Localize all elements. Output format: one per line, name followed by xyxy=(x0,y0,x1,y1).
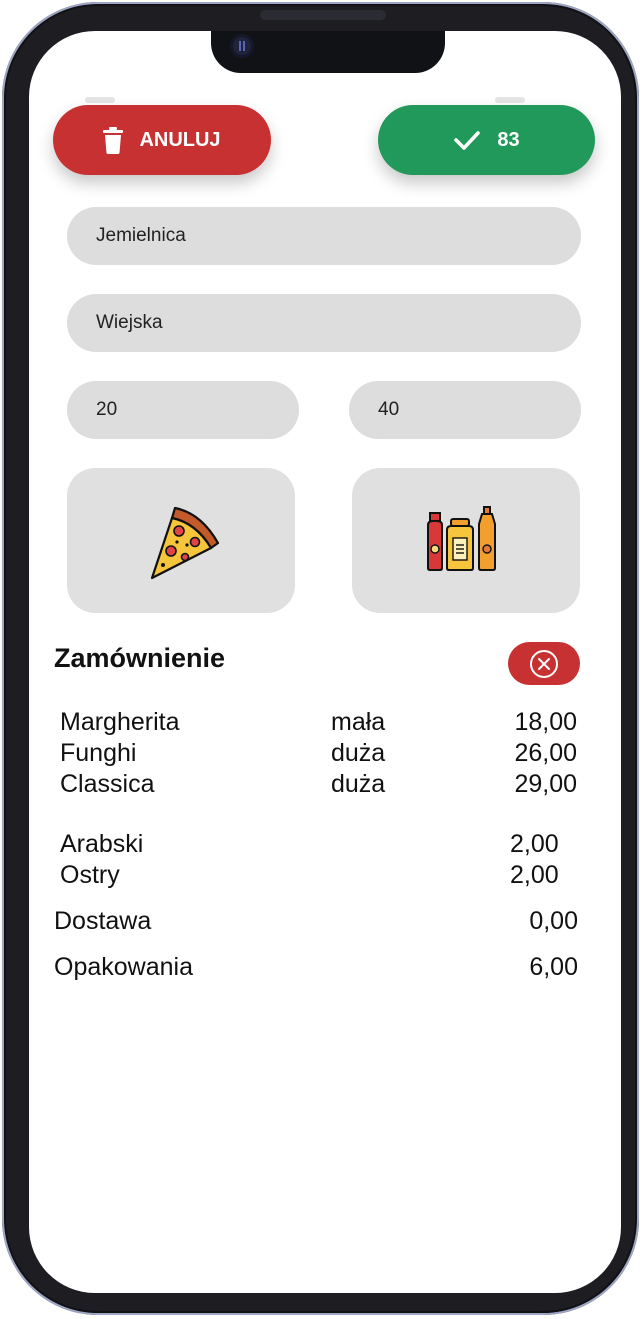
sauce-item-price: 2,00 xyxy=(510,861,559,889)
status-bar-left xyxy=(85,97,115,103)
pizza-category-tile[interactable] xyxy=(67,468,295,613)
city-value: Jemielnica xyxy=(96,225,186,246)
street-value: Wiejska xyxy=(96,312,163,333)
checkmark-icon xyxy=(454,131,481,150)
order-item-size: duża xyxy=(331,739,386,767)
sauce-item-name: Arabski xyxy=(60,830,144,858)
order-item-name: Margherita xyxy=(60,708,180,736)
close-circle-icon xyxy=(530,649,558,678)
notch xyxy=(211,31,445,73)
phone-frame: ANULUJ 83 Jemielnica Wiejska 20 40 Zamów… xyxy=(2,2,639,1315)
pizza-slice-icon xyxy=(150,506,220,579)
sauces-category-tile[interactable] xyxy=(352,468,580,613)
apartment-number-field[interactable]: 40 xyxy=(349,381,581,439)
order-item-name: Classica xyxy=(60,770,155,798)
camera-icon xyxy=(233,37,251,55)
city-field[interactable]: Jemielnica xyxy=(67,207,581,265)
sauce-item-price: 2,00 xyxy=(510,830,559,858)
confirm-button[interactable]: 83 xyxy=(378,105,595,175)
order-item-size: mała xyxy=(331,708,386,736)
delivery-label: Dostawa xyxy=(54,907,152,935)
delivery-price: 0,00 xyxy=(529,907,578,935)
trash-icon xyxy=(103,126,124,154)
confirm-button-label: 83 xyxy=(497,128,520,151)
house-number-field[interactable]: 20 xyxy=(67,381,299,439)
cancel-button-label: ANULUJ xyxy=(139,128,221,151)
status-bar-right xyxy=(495,97,525,103)
sauce-item-name: Ostry xyxy=(60,861,120,889)
cancel-button[interactable]: ANULUJ xyxy=(53,105,271,175)
order-item-price: 18,00 xyxy=(514,708,577,736)
order-item-price: 26,00 xyxy=(514,739,577,767)
packaging-price: 6,00 xyxy=(529,953,578,981)
clear-order-button[interactable] xyxy=(508,642,580,685)
phone-top-edge xyxy=(260,10,386,20)
app-screen: ANULUJ 83 Jemielnica Wiejska 20 40 Zamów… xyxy=(29,31,621,1293)
order-item-name: Funghi xyxy=(60,739,137,767)
order-title: Zamównienie xyxy=(54,643,226,673)
street-field[interactable]: Wiejska xyxy=(67,294,581,352)
sauce-bottles-icon xyxy=(427,505,496,571)
house-number-value: 20 xyxy=(96,399,118,420)
order-item-size: duża xyxy=(331,770,386,798)
order-item-price: 29,00 xyxy=(514,770,577,798)
packaging-label: Opakowania xyxy=(54,953,193,981)
apartment-number-value: 40 xyxy=(378,399,400,420)
